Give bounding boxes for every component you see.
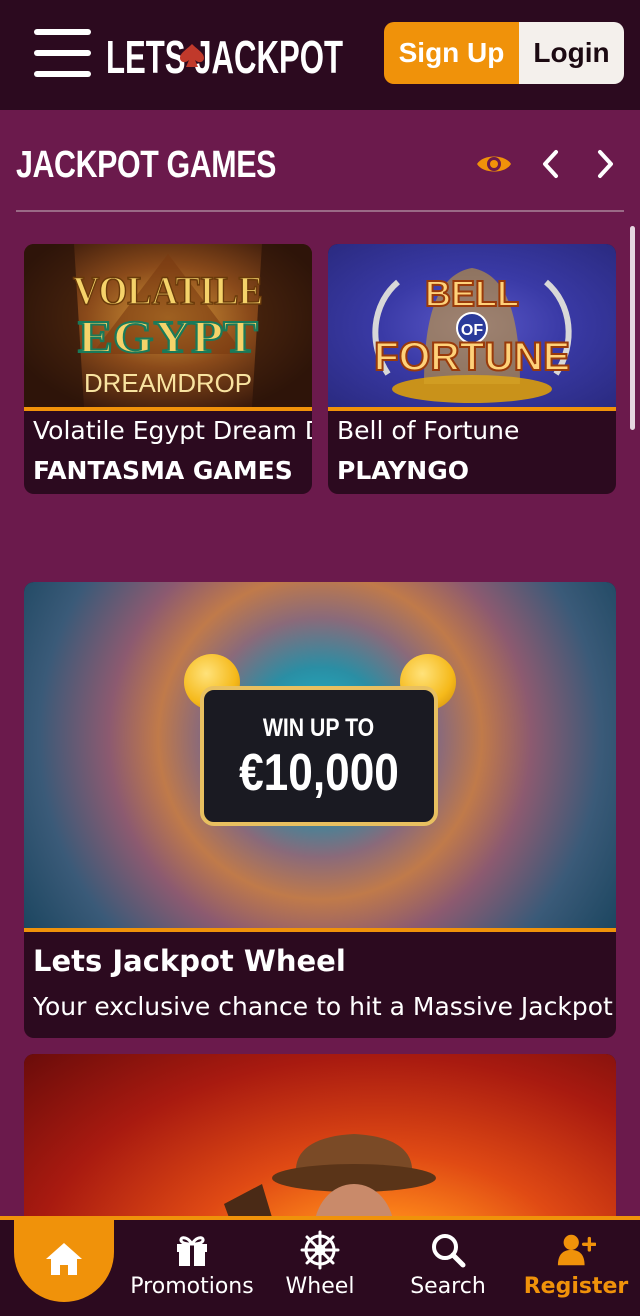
prize-sign: WIN UP TO €10,000 — [200, 686, 438, 826]
prize-amount: €10,000 — [239, 743, 399, 802]
chevron-right-icon[interactable] — [586, 144, 626, 184]
gift-icon — [172, 1230, 212, 1270]
auth-buttons: Sign Up Login — [384, 22, 624, 84]
art-line: VOLATILE — [73, 268, 263, 313]
art-line: EGYPT — [78, 311, 258, 362]
nav-search[interactable]: Search — [384, 1224, 512, 1316]
prize-caption: WIN UP TO — [263, 713, 375, 742]
carousel-controls — [474, 144, 626, 184]
game-provider: FANTASMA GAMES — [33, 456, 293, 485]
home-button[interactable] — [14, 1216, 114, 1302]
nav-label: Promotions — [130, 1274, 254, 1299]
nav-wheel[interactable]: Wheel — [256, 1224, 384, 1316]
add-user-icon — [556, 1230, 596, 1270]
art-line: FORTUNE — [374, 335, 570, 379]
promo-card-wheel[interactable]: WIN UP TO €10,000 Lets Jackpot Wheel You… — [24, 582, 616, 1038]
eye-icon[interactable] — [474, 144, 514, 184]
promo-title: Lets Jackpot Wheel — [33, 944, 346, 978]
home-icon — [46, 1243, 82, 1275]
site-logo[interactable]: LETS JACKPOT — [106, 30, 346, 80]
promo-description: Your exclusive chance to hit a Massive J… — [33, 992, 616, 1021]
menu-icon[interactable] — [34, 29, 91, 77]
game-card[interactable]: VOLATILE EGYPT DREAMDROP Volatile Egypt … — [24, 244, 312, 494]
svg-text:LETS JACKPOT: LETS JACKPOT — [106, 31, 343, 80]
art-line: DREAMDROP — [84, 368, 252, 398]
art-line: BELL — [425, 273, 519, 314]
section-title: JACKPOT GAMES — [16, 144, 276, 186]
game-name: Bell of Fortune — [337, 416, 520, 445]
top-header: LETS JACKPOT Sign Up Login — [0, 0, 640, 110]
login-button[interactable]: Login — [519, 22, 624, 84]
wheel-icon — [300, 1230, 340, 1270]
nav-label: Wheel — [285, 1274, 355, 1299]
nav-label: Search — [410, 1274, 486, 1299]
game-provider: PLAYNGO — [337, 456, 470, 485]
game-thumbnail: VOLATILE EGYPT DREAMDROP — [24, 244, 312, 407]
nav-register[interactable]: Register — [512, 1224, 640, 1316]
search-icon — [428, 1230, 468, 1270]
section-divider — [16, 210, 624, 212]
bottom-nav: Promotions Wheel Search Register — [0, 1216, 640, 1316]
logo-wordmark: LETS JACKPOT — [106, 31, 343, 80]
nav-promotions[interactable]: Promotions — [128, 1224, 256, 1316]
game-thumbnail: BELL OF FORTUNE — [328, 244, 616, 407]
game-card[interactable]: BELL OF FORTUNE Bell of Fortune PLAYNGO — [328, 244, 616, 494]
promo-image: WIN UP TO €10,000 — [24, 582, 616, 928]
game-name: Volatile Egypt Dream Drop — [33, 416, 312, 445]
chevron-left-icon[interactable] — [530, 144, 570, 184]
nav-label: Register — [523, 1274, 629, 1299]
scrollbar[interactable] — [630, 226, 635, 430]
signup-button[interactable]: Sign Up — [384, 22, 519, 84]
